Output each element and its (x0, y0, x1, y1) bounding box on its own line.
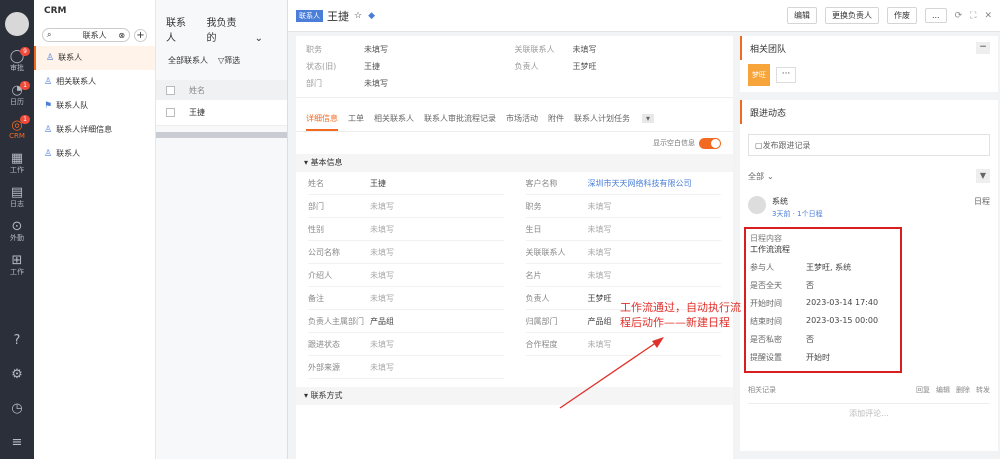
annotation-arrow (559, 337, 664, 409)
annotation-text: 工作流通过，自动执行流程后动作——新建日程 (620, 301, 741, 329)
